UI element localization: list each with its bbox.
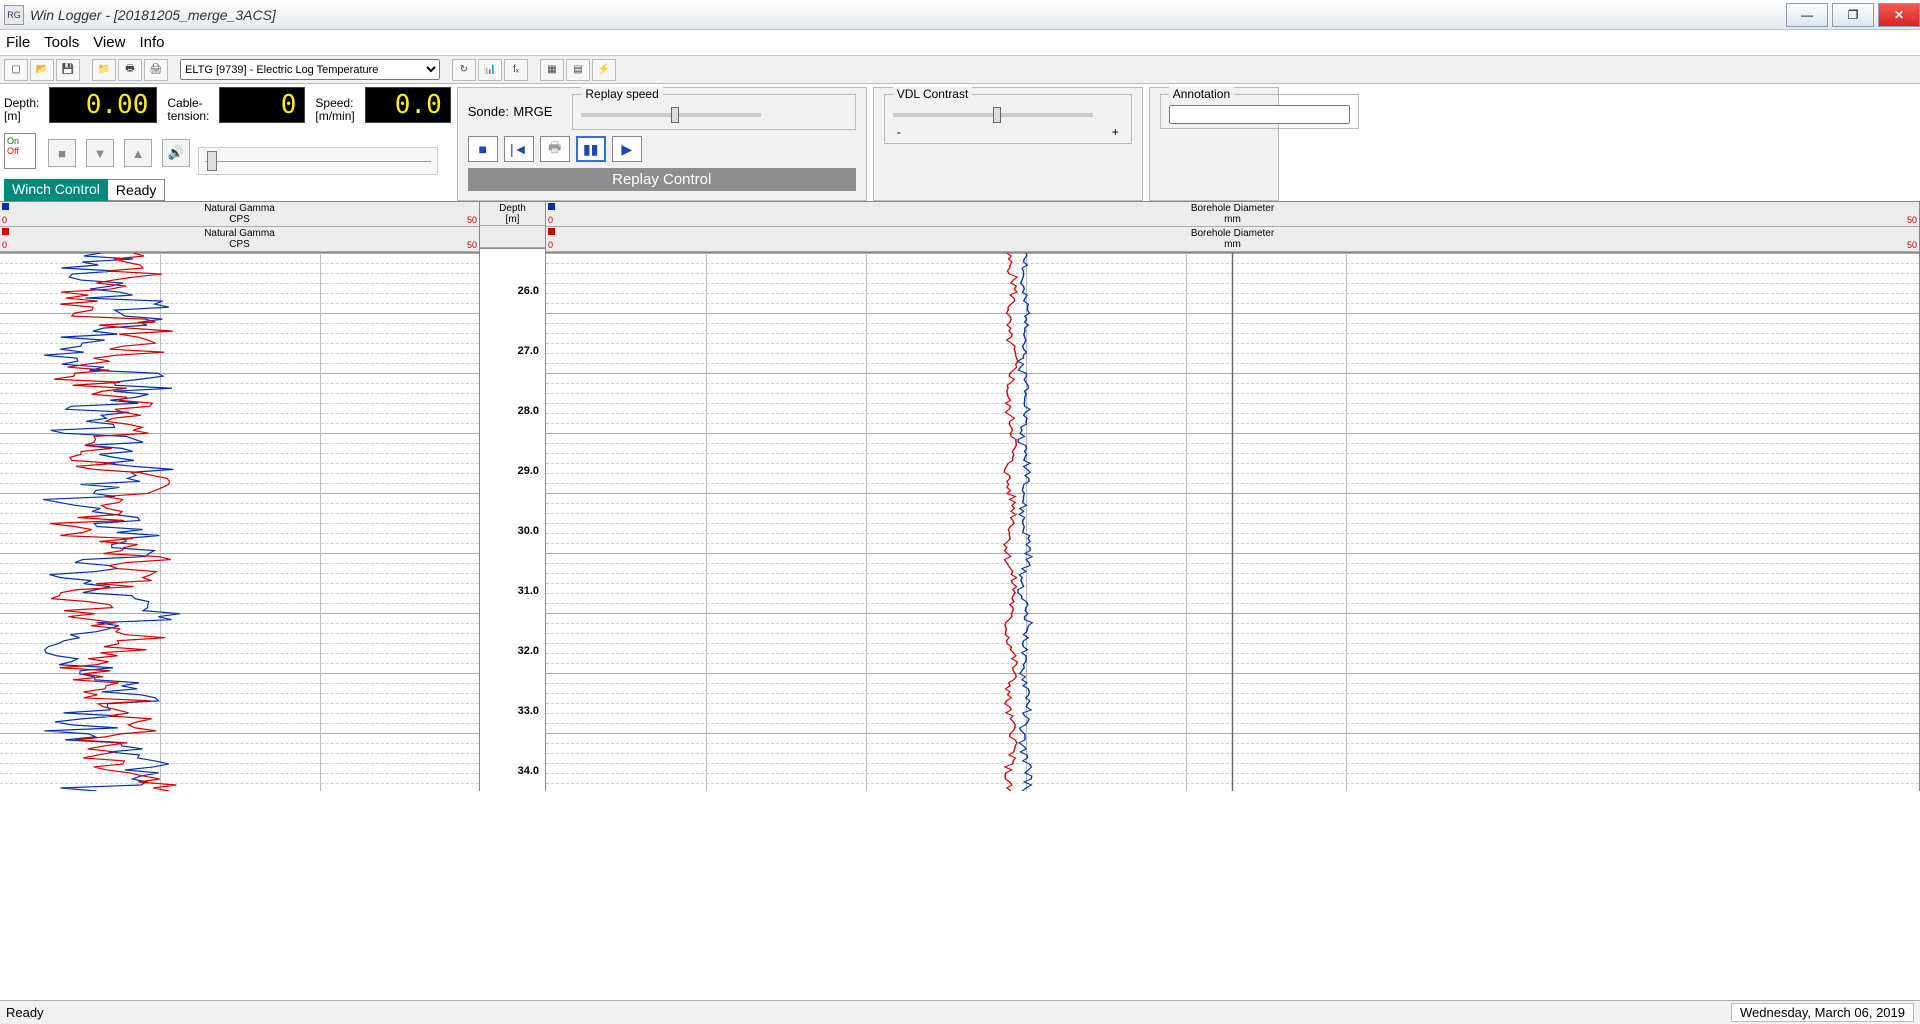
annotation-panel: Annotation (1149, 87, 1279, 201)
maximize-button[interactable]: ❐ (1832, 3, 1874, 27)
title-bar: RG Win Logger - [20181205_merge_3ACS] — … (0, 0, 1920, 30)
tool-print-icon[interactable]: 🖶 (118, 59, 142, 81)
status-date: Wednesday, March 06, 2019 (1731, 1003, 1914, 1022)
vdl-panel: VDL Contrast - + (873, 87, 1143, 201)
tool-refresh-icon[interactable]: ↻ (452, 59, 476, 81)
annotation-legend: Annotation (1169, 87, 1234, 101)
window-title: Win Logger - [20181205_merge_3ACS] (30, 7, 276, 23)
depth-readout: 0.00 (49, 87, 157, 123)
menu-file[interactable]: File (6, 34, 30, 51)
winch-up-icon[interactable]: ▲ (124, 139, 152, 167)
winch-speed-slider[interactable] (198, 147, 438, 175)
power-toggle[interactable]: OnOff (4, 133, 36, 169)
vdl-contrast-slider[interactable] (893, 113, 1093, 117)
replay-speed-legend: Replay speed (581, 87, 662, 101)
vdl-legend: VDL Contrast (893, 87, 973, 101)
sonde-label: Sonde: (468, 104, 509, 119)
replay-stop-button[interactable]: ■ (468, 136, 498, 162)
menu-bar: File Tools View Info (0, 30, 1920, 56)
winch-status-text: Ready (108, 179, 165, 201)
tool-open-icon[interactable]: 📂 (30, 59, 54, 81)
tool-calendar-icon[interactable]: ▤ (566, 59, 590, 81)
vdl-minus-label: - (897, 125, 901, 139)
menu-tools[interactable]: Tools (44, 34, 79, 51)
winch-stop-icon[interactable]: ■ (48, 139, 76, 167)
track-borehole: Borehole Diametermm050 Borehole Diameter… (546, 202, 1920, 791)
replay-speed-slider[interactable] (581, 113, 761, 117)
replay-rewind-button[interactable]: |◄ (504, 136, 534, 162)
status-bar: Ready Wednesday, March 06, 2019 (0, 1000, 1920, 1024)
tool-new-icon[interactable]: ▢ (4, 59, 28, 81)
cable-label2: tension: (167, 110, 209, 123)
menu-view[interactable]: View (93, 34, 125, 51)
speed-readout: 0.0 (365, 87, 451, 123)
annotation-input[interactable] (1169, 105, 1350, 124)
log-tracks: Natural GammaCPS050 Natural GammaCPS050 … (0, 201, 1920, 791)
replay-pause-button[interactable]: ▮▮ (576, 136, 606, 162)
tool-preview-icon[interactable]: 🖨 (144, 59, 168, 81)
cable-readout: 0 (219, 87, 305, 123)
winch-sound-icon[interactable]: 🔊 (162, 139, 190, 167)
status-ready: Ready (6, 1005, 44, 1020)
sonde-value: MRGE (513, 104, 552, 119)
control-panels-row: Depth: [m] 0.00 Cable- tension: 0 Speed:… (0, 84, 1920, 201)
replay-print-button[interactable]: 🖶 (540, 136, 570, 162)
tool-grid-icon[interactable]: ▦ (540, 59, 564, 81)
depth-unit: [m] (4, 110, 21, 123)
replay-play-button[interactable]: ▶ (612, 136, 642, 162)
vdl-plus-label: + (1112, 125, 1119, 139)
close-button[interactable]: ✕ (1878, 3, 1920, 27)
tool-save-icon[interactable]: 💾 (56, 59, 80, 81)
winch-down-icon[interactable]: ▼ (86, 139, 114, 167)
speed-unit: [m/min] (315, 110, 354, 123)
tool-folder-icon[interactable]: 📁 (92, 59, 116, 81)
tool-bolt-icon[interactable]: ⚡ (592, 59, 616, 81)
toolbar: ▢ 📂 💾 📁 🖶 🖨 ELTG [9739] - Electric Log T… (0, 56, 1920, 84)
app-icon: RG (4, 5, 24, 25)
menu-info[interactable]: Info (139, 34, 164, 51)
tool-chart-icon[interactable]: 📊 (478, 59, 502, 81)
winch-control-tag: Winch Control (4, 179, 108, 201)
track-gamma: Natural GammaCPS050 Natural GammaCPS050 (0, 202, 480, 791)
replay-control-bar: Replay Control (468, 168, 856, 191)
replay-panel: Sonde: MRGE Replay speed ■ |◄ 🖶 ▮▮ ▶ Rep… (457, 87, 867, 201)
track-depth: Depth[m] 26.027.028.029.030.031.032.033.… (480, 202, 546, 791)
tool-fx-icon[interactable]: fₓ (504, 59, 528, 81)
tool-select-dropdown[interactable]: ELTG [9739] - Electric Log Temperature (180, 59, 440, 80)
minimize-button[interactable]: — (1786, 3, 1828, 27)
